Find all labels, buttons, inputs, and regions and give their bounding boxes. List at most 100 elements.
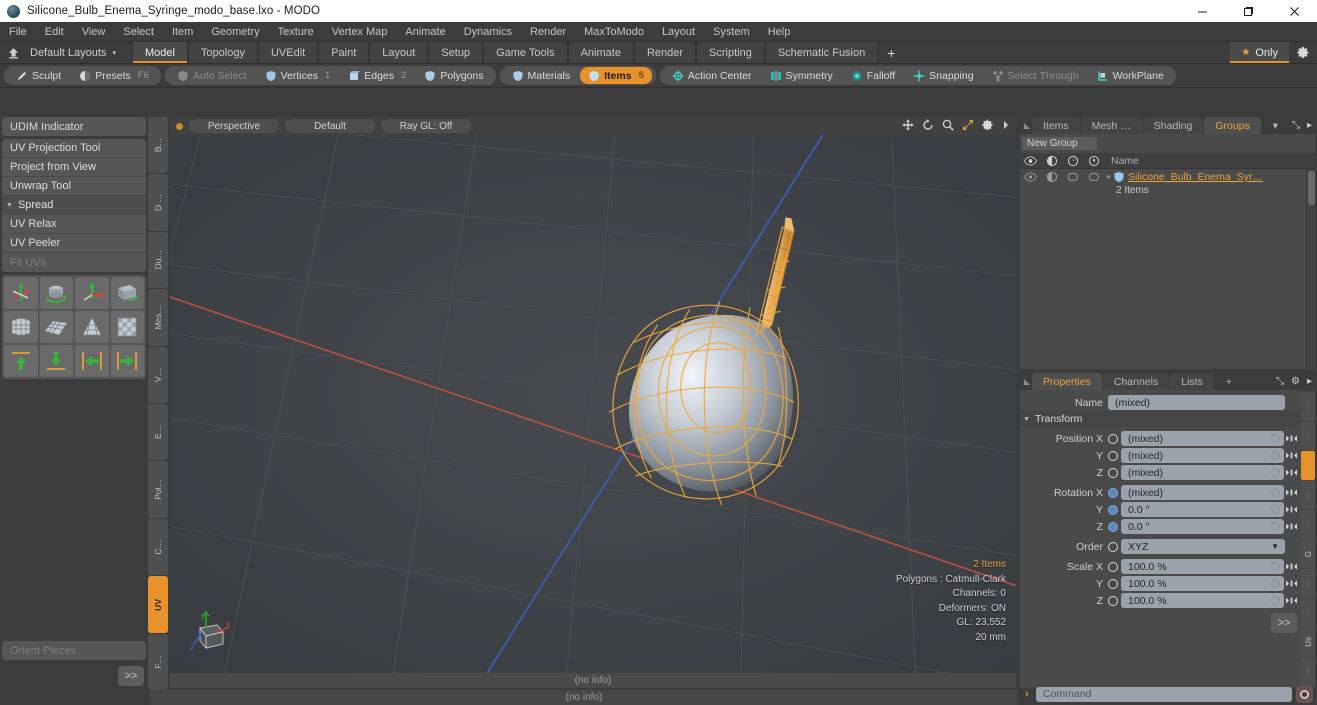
prs-tab-1[interactable]: ⋮: [1301, 421, 1315, 450]
position-x-field[interactable]: (mixed): [1121, 431, 1284, 446]
falloff-button[interactable]: Falloff: [843, 67, 903, 84]
left-more-button[interactable]: >>: [118, 666, 144, 686]
scale-x-key-icon[interactable]: [1271, 562, 1280, 571]
vtab-c[interactable]: C…: [148, 518, 168, 576]
tab-game-tools[interactable]: Game Tools: [483, 42, 568, 63]
rotation-x-field[interactable]: (mixed): [1121, 485, 1284, 500]
tab-render[interactable]: Render: [633, 42, 697, 63]
position-x-radio[interactable]: [1108, 433, 1118, 444]
scale-z-stepper[interactable]: [1284, 596, 1299, 605]
menu-texture[interactable]: Texture: [269, 22, 323, 42]
viewport-projection-button[interactable]: Perspective: [189, 119, 279, 133]
viewport-3d[interactable]: 2 Items Polygons : Catmull-Clark Channel…: [170, 135, 1016, 673]
tool-uv-projection[interactable]: UV Projection Tool: [2, 139, 146, 158]
expand-tree-toggle[interactable]: +: [1104, 172, 1113, 182]
expand-icon[interactable]: ⤡: [1292, 120, 1300, 131]
tool-uv-relax[interactable]: UV Relax: [2, 215, 146, 234]
rotation-y-stepper[interactable]: [1284, 505, 1299, 514]
snapping-button[interactable]: Snapping: [905, 67, 981, 84]
home-layout-icon[interactable]: [0, 42, 26, 63]
menu-dynamics[interactable]: Dynamics: [455, 22, 521, 42]
name-field[interactable]: (mixed): [1108, 395, 1285, 410]
uv-grid-icon[interactable]: [39, 311, 73, 343]
position-x-stepper[interactable]: [1284, 434, 1299, 443]
shade-icon[interactable]: [1041, 155, 1062, 167]
rotation-z-field[interactable]: 0.0 °: [1121, 519, 1284, 534]
zoom-icon[interactable]: [942, 119, 954, 134]
transform-section-header[interactable]: ▼ Transform: [1020, 411, 1301, 427]
position-z-key-icon[interactable]: [1271, 468, 1280, 477]
items-button[interactable]: Items 5: [580, 67, 652, 84]
prs-tab-g[interactable]: G: [1301, 539, 1315, 568]
uv-fit-icon[interactable]: [4, 311, 38, 343]
scale-y-field[interactable]: 100.0 %: [1121, 576, 1284, 591]
scale-x-field[interactable]: 100.0 %: [1121, 559, 1284, 574]
uv-rotate-icon[interactable]: [39, 277, 73, 309]
menu-item[interactable]: Item: [163, 22, 202, 42]
align-right-icon[interactable]: [110, 345, 144, 377]
lock-icon[interactable]: [1083, 155, 1104, 167]
rotation-x-stepper[interactable]: [1284, 488, 1299, 497]
tab-paint[interactable]: Paint: [318, 42, 370, 63]
tab-overflow-caret[interactable]: ▾: [1262, 117, 1289, 134]
menu-layout[interactable]: Layout: [653, 22, 704, 42]
menu-help[interactable]: Help: [759, 22, 800, 42]
command-input[interactable]: Command: [1036, 686, 1292, 702]
scale-y-radio[interactable]: [1108, 578, 1118, 589]
menu-select[interactable]: Select: [114, 22, 163, 42]
tool-orient-pieces[interactable]: Orient Pieces: [2, 641, 146, 660]
tab-groups[interactable]: Groups: [1204, 117, 1261, 134]
viewport-shading-button[interactable]: Default: [285, 119, 375, 133]
scale-x-stepper[interactable]: [1284, 562, 1299, 571]
tool-udim-indicator[interactable]: UDIM Indicator: [2, 117, 146, 136]
scale-z-field[interactable]: 100.0 %: [1121, 593, 1284, 608]
item-tree-body[interactable]: + Silicone_Bulb_Enema_Syr… 2 Items: [1020, 169, 1315, 369]
vtab-mesh[interactable]: Mes…: [148, 289, 168, 346]
align-up-icon[interactable]: [4, 345, 38, 377]
select-through-button[interactable]: Select Through: [984, 67, 1087, 84]
only-toggle-button[interactable]: ★ Only: [1230, 42, 1289, 63]
panel-arrow-icon[interactable]: ▸: [1307, 120, 1312, 131]
tool-unwrap[interactable]: Unwrap Tool: [2, 177, 146, 196]
uv-move-icon[interactable]: [4, 277, 38, 309]
new-group-button[interactable]: New Group: [1022, 137, 1097, 150]
materials-button[interactable]: Materials: [504, 67, 579, 84]
position-z-radio[interactable]: [1108, 467, 1118, 478]
prs-tab-9[interactable]: ⋮: [1301, 657, 1315, 686]
position-x-key-icon[interactable]: [1271, 434, 1280, 443]
vtab-vertex[interactable]: V…: [148, 346, 168, 404]
settings-gear-icon[interactable]: [1289, 42, 1317, 63]
properties-corner-icon[interactable]: ◣: [1022, 373, 1032, 390]
scale-z-key-icon[interactable]: [1271, 596, 1280, 605]
scale-y-stepper[interactable]: [1284, 579, 1299, 588]
properties-more-button[interactable]: >>: [1271, 613, 1297, 633]
scale-y-key-icon[interactable]: [1271, 579, 1280, 588]
tab-properties[interactable]: Properties: [1032, 373, 1102, 390]
tab-schematic-fusion[interactable]: Schematic Fusion: [764, 42, 879, 63]
add-tab-button[interactable]: +: [878, 42, 905, 63]
item-tree-scrollbar[interactable]: [1306, 169, 1315, 369]
tab-animate[interactable]: Animate: [567, 42, 634, 63]
row-lock-toggle[interactable]: [1083, 172, 1104, 182]
prs-tab-4[interactable]: ⋮: [1301, 510, 1315, 539]
align-down-icon[interactable]: [39, 345, 73, 377]
row-render-toggle[interactable]: [1062, 172, 1083, 182]
item-tree-scroll-thumb[interactable]: [1308, 171, 1315, 205]
row-eye-icon[interactable]: [1020, 172, 1041, 182]
menu-vertex-map[interactable]: Vertex Map: [323, 22, 397, 42]
scale-x-radio[interactable]: [1108, 561, 1118, 572]
gear-icon[interactable]: [982, 119, 994, 134]
position-y-stepper[interactable]: [1284, 451, 1299, 460]
rotation-x-radio[interactable]: [1108, 487, 1118, 498]
tab-mesh[interactable]: Mesh …: [1080, 117, 1142, 134]
uv-checker-icon[interactable]: [110, 311, 144, 343]
prs-tab-3[interactable]: ⋮: [1301, 480, 1315, 509]
menu-geometry[interactable]: Geometry: [202, 22, 268, 42]
position-z-stepper[interactable]: [1284, 468, 1299, 477]
tool-uv-peeler[interactable]: UV Peeler: [2, 234, 146, 253]
tab-scripting[interactable]: Scripting: [696, 42, 765, 63]
menu-file[interactable]: File: [0, 22, 36, 42]
workplane-button[interactable]: WorkPlane: [1089, 67, 1172, 84]
move-icon[interactable]: [902, 118, 914, 134]
tab-setup[interactable]: Setup: [428, 42, 484, 63]
